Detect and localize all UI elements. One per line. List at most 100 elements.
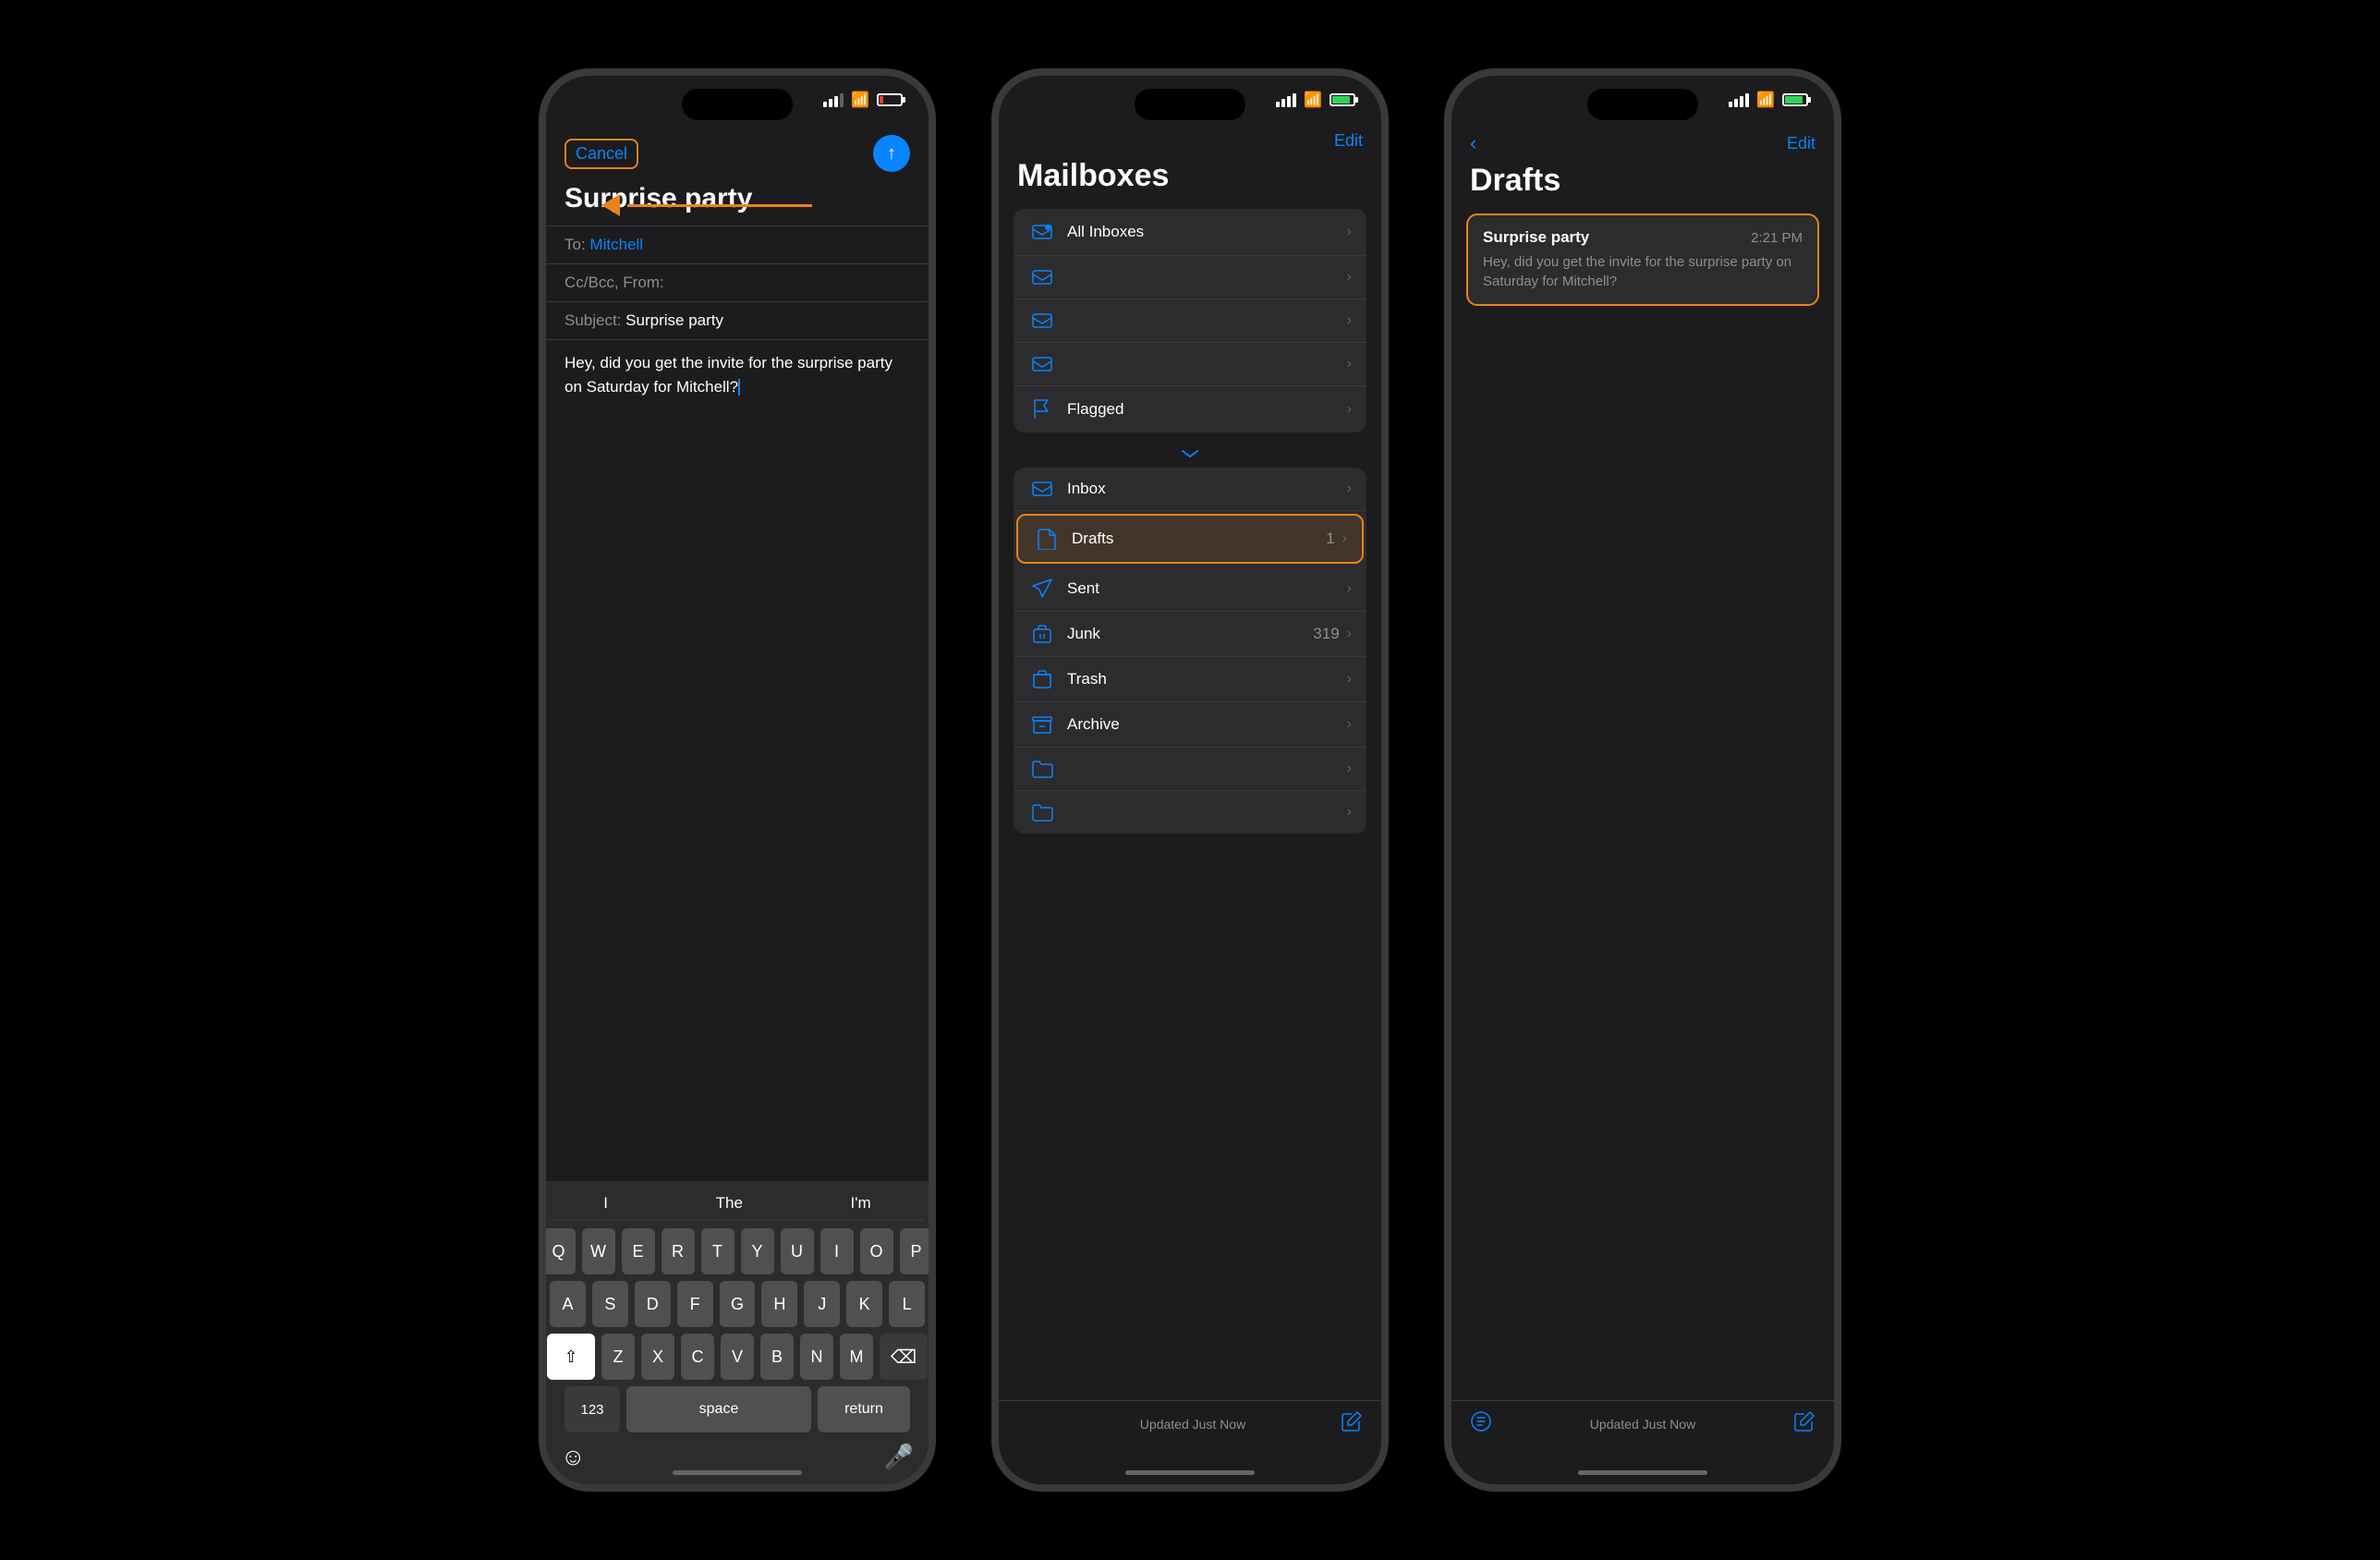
mailbox-item-trash[interactable]: Trash › — [1014, 657, 1366, 702]
expand-button[interactable] — [999, 440, 1381, 468]
cc-field[interactable]: Cc/Bcc, From: — [546, 263, 929, 301]
mailboxes-status: Updated Just Now — [1140, 1417, 1245, 1432]
mic-key[interactable]: 🎤 — [884, 1443, 914, 1471]
key-e[interactable]: E — [622, 1228, 655, 1274]
suggestion-i[interactable]: I — [603, 1194, 608, 1213]
key-o[interactable]: O — [860, 1228, 893, 1274]
emoji-key[interactable]: ☺ — [561, 1443, 586, 1471]
key-d[interactable]: D — [635, 1281, 671, 1327]
folder2-icon — [1028, 803, 1056, 822]
mailbox-item-flagged[interactable]: Flagged › — [1014, 386, 1366, 433]
key-j[interactable]: J — [804, 1281, 840, 1327]
drafts-toolbar: Updated Just Now — [1451, 1400, 1834, 1447]
key-p[interactable]: P — [900, 1228, 933, 1274]
mailbox-item-junk[interactable]: Junk 319 › — [1014, 612, 1366, 657]
key-t[interactable]: T — [701, 1228, 735, 1274]
dynamic-island-3 — [1587, 89, 1698, 120]
key-u[interactable]: U — [781, 1228, 814, 1274]
keyboard-row-1: Q W E R T Y U I O P — [550, 1228, 925, 1274]
key-k[interactable]: K — [846, 1281, 882, 1327]
email-body[interactable]: Hey, did you get the invite for the surp… — [546, 339, 929, 1181]
mailbox-item-sent[interactable]: Sent › — [1014, 567, 1366, 612]
inbox-label: Inbox — [1067, 480, 1347, 498]
arrow-head-icon — [601, 194, 620, 216]
chevron-icon4: › — [1347, 356, 1352, 372]
key-return[interactable]: return — [818, 1386, 910, 1432]
battery-icon-2 — [1330, 93, 1355, 106]
keyboard-row-3: ⇧ Z X C V B N M ⌫ — [550, 1334, 925, 1380]
to-field[interactable]: To: Mitchell — [546, 225, 929, 263]
wifi-icon-1: 📶 — [851, 91, 869, 109]
mailbox-item-inbox2[interactable]: › — [1014, 256, 1366, 299]
suggestion-im[interactable]: I'm — [851, 1194, 871, 1213]
chevron-icon11: › — [1347, 716, 1352, 733]
mailbox-item-folder1[interactable]: › — [1014, 748, 1366, 791]
mailbox-item-all-inboxes[interactable]: All Inboxes › — [1014, 209, 1366, 256]
cancel-button[interactable]: Cancel — [565, 139, 638, 169]
key-b[interactable]: B — [760, 1334, 794, 1380]
key-m[interactable]: M — [840, 1334, 873, 1380]
key-i[interactable]: I — [820, 1228, 854, 1274]
chevron-icon: › — [1347, 224, 1352, 240]
mailbox-section-1: All Inboxes › › — [1014, 209, 1366, 433]
chevron-icon2: › — [1347, 269, 1352, 286]
key-shift[interactable]: ⇧ — [547, 1334, 595, 1380]
subject-field[interactable]: Subject: Surprise party — [546, 301, 929, 339]
send-icon: ↑ — [887, 143, 896, 165]
key-123[interactable]: 123 — [565, 1386, 620, 1432]
mailboxes-edit-button[interactable]: Edit — [1334, 131, 1363, 151]
arrow-line — [627, 204, 812, 207]
key-g[interactable]: G — [720, 1281, 756, 1327]
key-delete[interactable]: ⌫ — [880, 1334, 928, 1380]
key-w[interactable]: W — [582, 1228, 615, 1274]
chevron-icon5: › — [1347, 401, 1352, 418]
mailboxes-title: Mailboxes — [999, 154, 1381, 209]
suggestion-the[interactable]: The — [716, 1194, 743, 1213]
mailbox-item-drafts[interactable]: Drafts 1 › — [1016, 514, 1364, 564]
phone3-frame: 📶 ‹ Edit Drafts Surprise party 2:21 PM H… — [1444, 68, 1841, 1492]
mailbox-item-inbox4[interactable]: › — [1014, 343, 1366, 386]
home-indicator-2 — [1125, 1470, 1255, 1475]
chevron-icon12: › — [1347, 761, 1352, 777]
key-f[interactable]: F — [677, 1281, 713, 1327]
mailbox-item-inbox[interactable]: Inbox › — [1014, 468, 1366, 511]
mailbox-item-archive[interactable]: Archive › — [1014, 702, 1366, 748]
trash-label: Trash — [1067, 670, 1347, 689]
key-q[interactable]: Q — [542, 1228, 576, 1274]
trash-icon — [1028, 669, 1056, 689]
key-z[interactable]: Z — [601, 1334, 635, 1380]
key-h[interactable]: H — [761, 1281, 797, 1327]
key-v[interactable]: V — [721, 1334, 754, 1380]
chevron-icon13: › — [1347, 804, 1352, 821]
key-s[interactable]: S — [592, 1281, 628, 1327]
flag-icon — [1028, 398, 1056, 420]
send-button[interactable]: ↑ — [873, 135, 910, 172]
wifi-icon-2: 📶 — [1304, 91, 1322, 109]
key-c[interactable]: C — [681, 1334, 714, 1380]
key-l[interactable]: L — [889, 1281, 925, 1327]
drafts-edit-button[interactable]: Edit — [1787, 134, 1815, 153]
mailbox-item-inbox3[interactable]: › — [1014, 299, 1366, 343]
flagged-label: Flagged — [1067, 400, 1347, 419]
compose-icon-3[interactable] — [1793, 1410, 1815, 1438]
key-x[interactable]: X — [641, 1334, 674, 1380]
filter-icon-3[interactable] — [1470, 1410, 1492, 1438]
junk-icon — [1028, 624, 1056, 644]
draft-subject: Surprise party — [1483, 228, 1589, 247]
home-indicator-1 — [673, 1470, 802, 1475]
drafts-icon — [1033, 528, 1061, 550]
key-a[interactable]: A — [550, 1281, 586, 1327]
back-button[interactable]: ‹ — [1470, 131, 1476, 155]
key-r[interactable]: R — [662, 1228, 695, 1274]
dynamic-island-2 — [1135, 89, 1245, 120]
mailbox-item-folder2[interactable]: › — [1014, 791, 1366, 834]
key-y[interactable]: Y — [741, 1228, 774, 1274]
draft-list-item[interactable]: Surprise party 2:21 PM Hey, did you get … — [1466, 213, 1819, 306]
key-space[interactable]: space — [626, 1386, 811, 1432]
key-n[interactable]: N — [800, 1334, 833, 1380]
compose-icon-2[interactable] — [1341, 1410, 1363, 1438]
all-inboxes-label: All Inboxes — [1067, 223, 1347, 241]
mailboxes-screen: Edit Mailboxes All Inboxes › — [999, 124, 1381, 1484]
mailboxes-toolbar: Updated Just Now — [999, 1400, 1381, 1447]
draft-item-header: Surprise party 2:21 PM — [1483, 228, 1803, 247]
